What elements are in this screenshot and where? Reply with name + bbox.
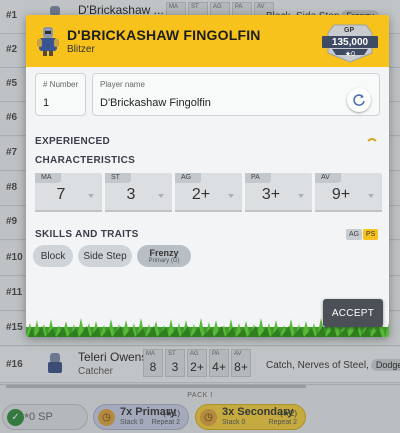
randomize-name-button[interactable]: [347, 88, 371, 112]
underline: [105, 210, 172, 212]
number-input[interactable]: [43, 97, 79, 109]
chevron-down-icon: [88, 194, 94, 198]
skill-name: Block: [40, 250, 66, 262]
player-position: Blitzer: [67, 44, 95, 55]
refresh-icon: [353, 94, 365, 106]
stat-value: 9+: [331, 186, 351, 203]
skill-category-tag-ps: PS: [363, 229, 379, 240]
chevron-down-icon: [158, 194, 164, 198]
stat-av[interactable]: AV 9+: [315, 173, 382, 212]
player-name-label: Player name: [100, 80, 145, 89]
skill-category-tag-ag: AG: [346, 229, 363, 240]
stat-label: MA: [35, 173, 61, 183]
gp-value: 135,000: [331, 37, 369, 48]
stat-label: ST: [105, 173, 131, 183]
underline: [175, 210, 242, 212]
chevron-down-icon: [368, 194, 374, 198]
stat-value: 7: [56, 186, 66, 203]
underline: [35, 210, 102, 212]
gp-star-count: ★0: [344, 51, 356, 58]
player-name-input[interactable]: [100, 97, 330, 109]
skills-heading: SKILLS AND TRAITS: [35, 229, 139, 240]
experience-arc-icon: [367, 138, 377, 142]
player-edit-dialog: D'BRICKASHAW FINGOLFIN Blitzer GP 135,00…: [26, 15, 389, 337]
chevron-down-icon: [228, 194, 234, 198]
stat-label: PA: [245, 173, 271, 183]
gp-caption: GP: [344, 27, 355, 34]
skill-name: Side Step: [83, 250, 127, 262]
stat-ag[interactable]: AG 2+: [175, 173, 242, 212]
number-label: # Number: [43, 80, 79, 89]
skill-source: Primary (G): [148, 257, 180, 264]
player-avatar: [37, 27, 59, 56]
stat-ma[interactable]: MA 7: [35, 173, 102, 212]
number-field[interactable]: # Number: [35, 73, 86, 116]
skill-name: Frenzy: [149, 247, 179, 258]
chevron-down-icon: [298, 194, 304, 198]
stat-value: 2+: [191, 186, 211, 203]
accept-button[interactable]: ACCEPT: [323, 299, 383, 327]
underline: [245, 210, 312, 212]
experienced-heading: EXPERIENCED: [35, 136, 110, 147]
skill-chip-frenzy[interactable]: Frenzy Primary (G): [137, 245, 191, 267]
dialog-header: D'BRICKASHAW FINGOLFIN Blitzer GP 135,00…: [26, 15, 389, 67]
player-name-field[interactable]: Player name: [92, 73, 380, 116]
stat-label: AG: [175, 173, 201, 183]
stat-value: 3+: [261, 186, 281, 203]
characteristics-heading: CHARACTERISTICS: [35, 155, 136, 166]
underline: [315, 210, 382, 212]
stat-value: 3: [126, 186, 136, 203]
stat-label: AV: [315, 173, 341, 183]
skill-chip-block[interactable]: Block: [33, 245, 73, 267]
skill-chip-side-step[interactable]: Side Step: [78, 245, 132, 267]
player-name-title: D'BRICKASHAW FINGOLFIN: [67, 27, 261, 43]
stat-pa[interactable]: PA 3+: [245, 173, 312, 212]
stat-st[interactable]: ST 3: [105, 173, 172, 212]
